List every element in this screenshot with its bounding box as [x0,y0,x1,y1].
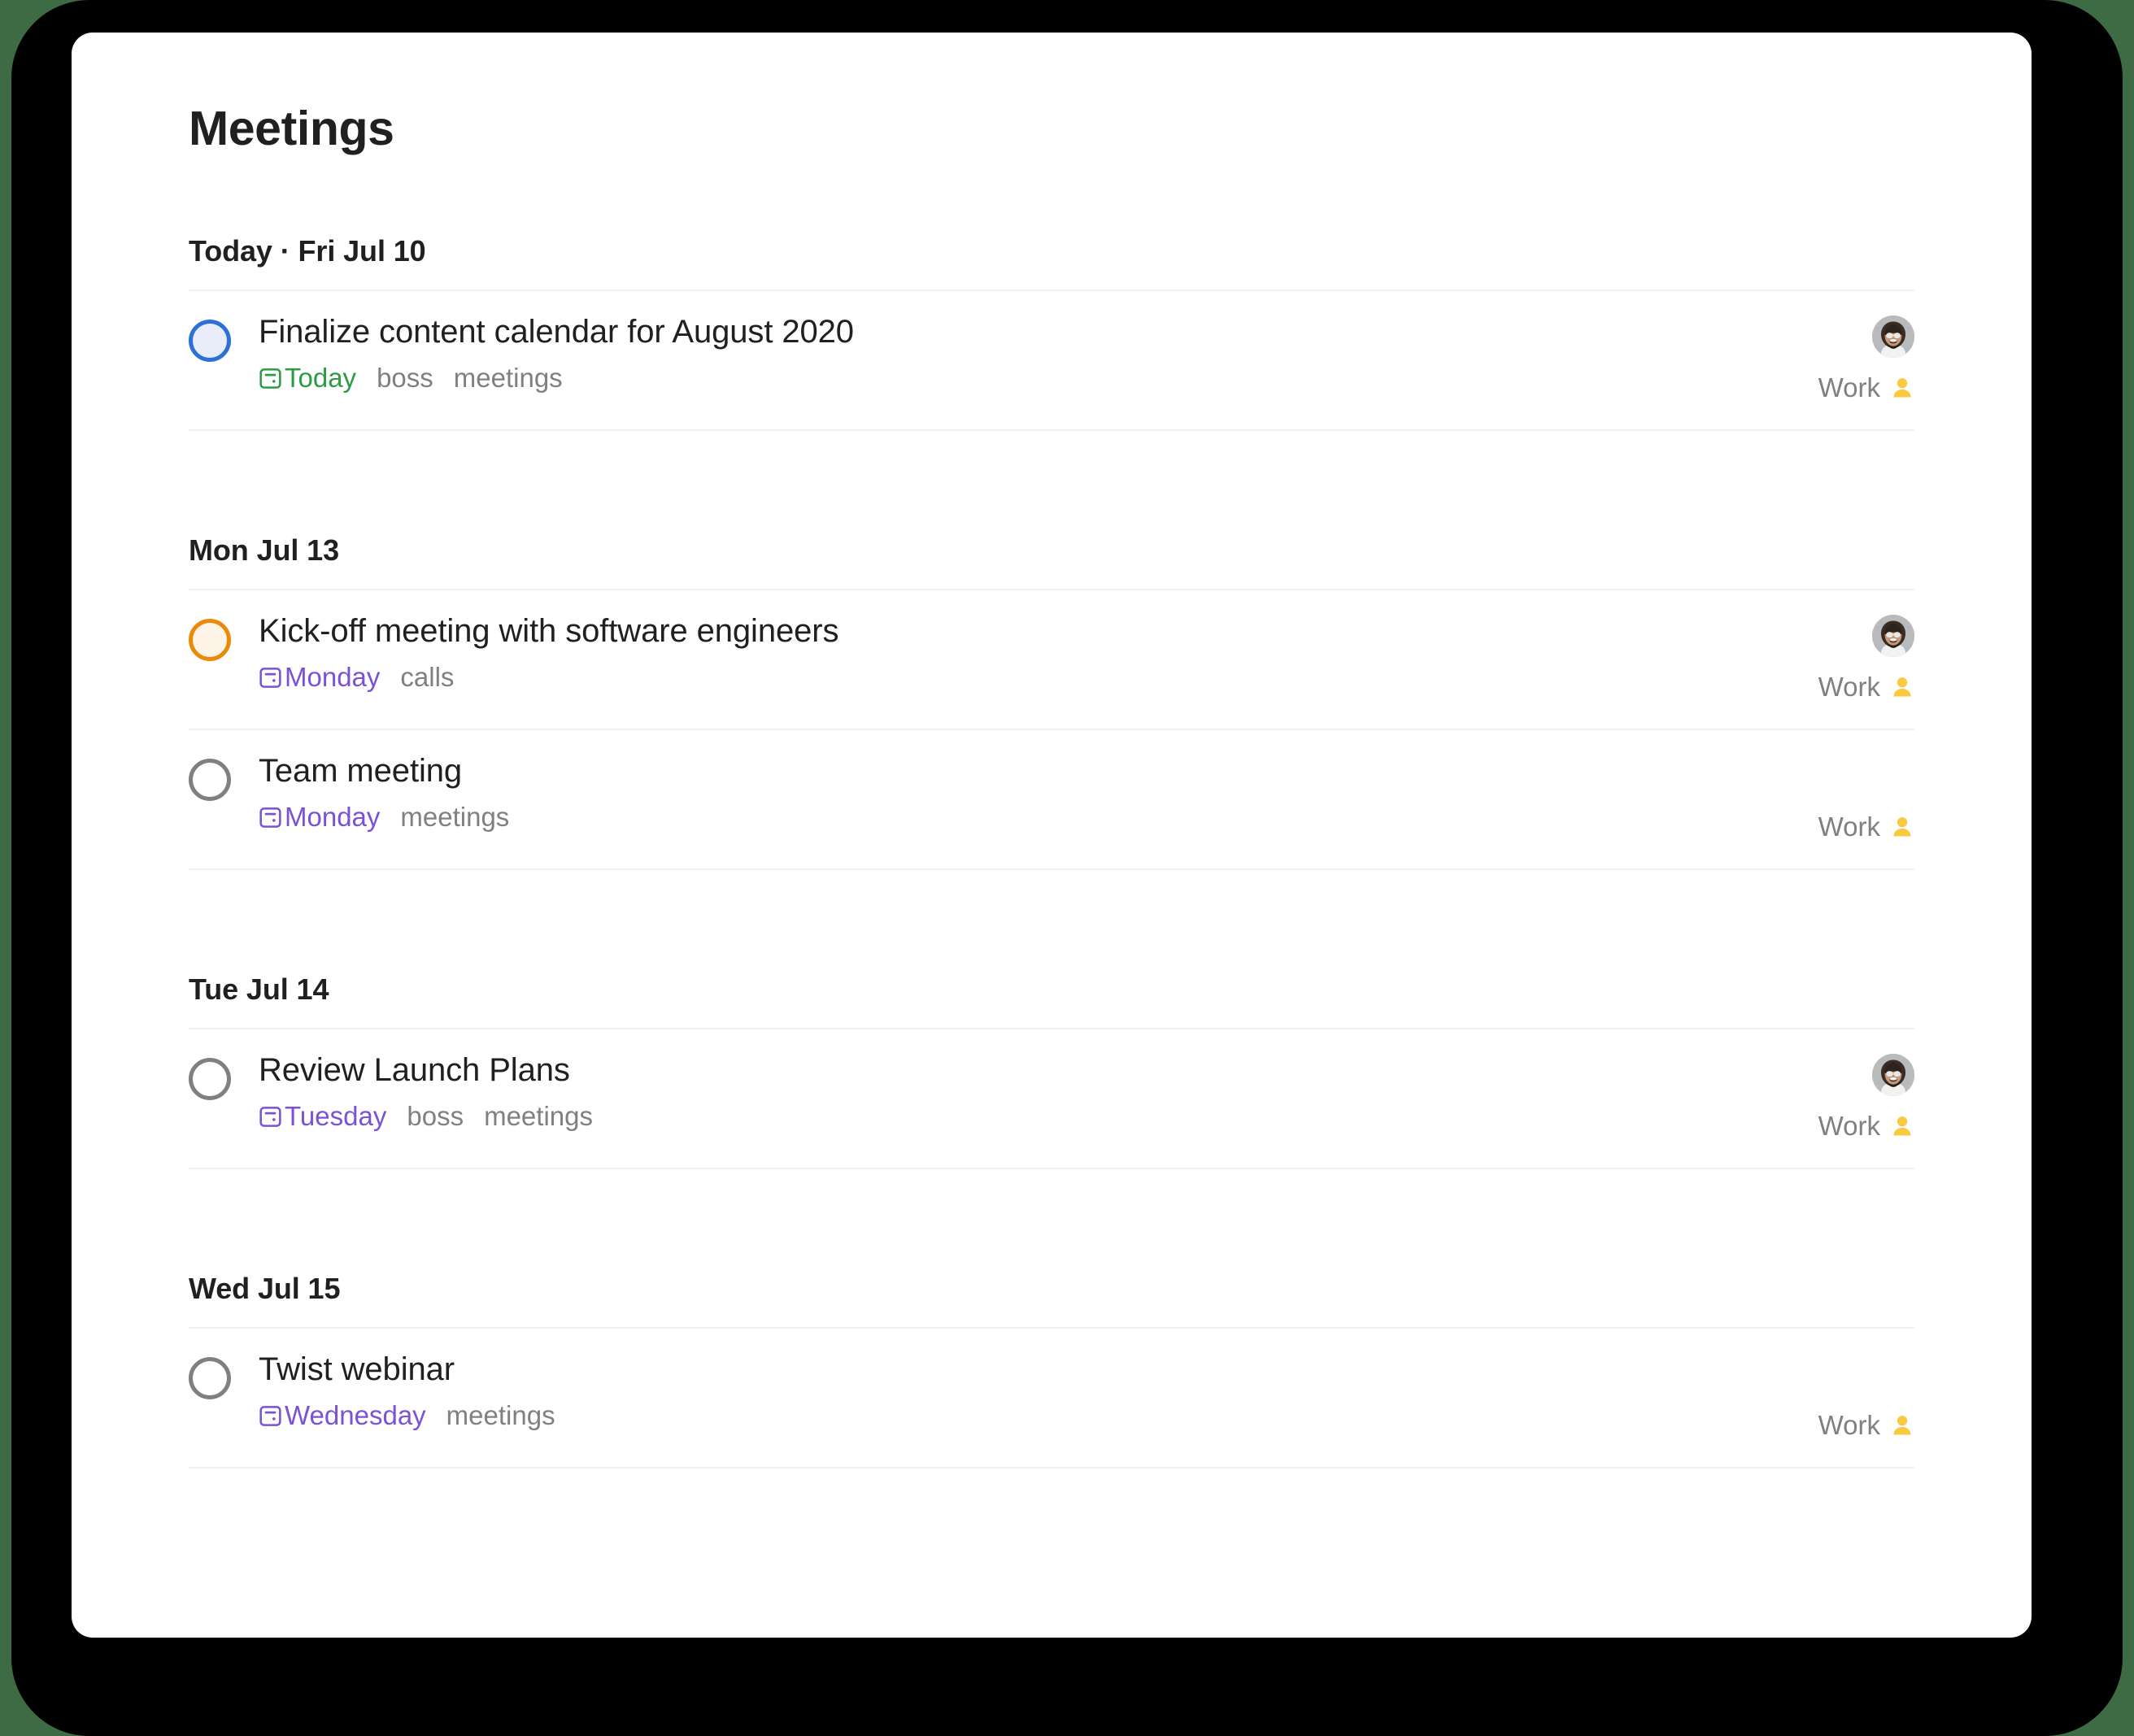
due-date-chip[interactable]: Tuesday [259,1103,386,1129]
day-section-1: Mon Jul 13 Kick-off meeting with softwar… [189,533,1914,870]
project-name: Work [1818,1409,1880,1440]
day-header: Mon Jul 13 [189,533,340,567]
due-date-text: Monday [285,661,381,692]
day-header: Today · Fri Jul 10 [189,233,426,268]
page-title: Meetings [189,102,394,155]
project-chip[interactable]: Work [1818,1111,1914,1142]
task-complete-checkbox[interactable] [189,319,231,362]
labels: meetings [380,803,509,830]
task-complete-checkbox[interactable] [189,758,231,801]
task-meta: Wednesday meetings [259,1402,1670,1429]
labels: boss meetings [386,1103,593,1129]
task-right: Work [1703,753,1914,847]
task-main: Twist webinar Wednesday meetings [259,1351,1703,1429]
task-rows: Kick-off meeting with software engineers… [189,588,1914,870]
avatar[interactable] [1872,1053,1914,1096]
label-tag[interactable]: boss [377,363,433,393]
task-row[interactable]: Team meeting Monday meetings Work [189,730,1914,870]
task-row[interactable]: Finalize content calendar for August 202… [189,291,1914,431]
day-section-3: Wed Jul 15 Twist webinar Wednesday meeti… [189,1272,1914,1468]
device-frame: Meetings Today · Fri Jul 10 Finalize con… [11,0,2123,1736]
task-title: Review Launch Plans [259,1051,570,1088]
task-main: Team meeting Monday meetings [259,753,1703,830]
day-header: Wed Jul 15 [189,1271,341,1305]
calendar-icon [259,666,282,690]
checkbox-cell [189,753,259,801]
task-complete-checkbox[interactable] [189,1356,231,1399]
task-meta: Monday calls [259,664,1670,690]
task-rows: Finalize content calendar for August 202… [189,289,1914,431]
label-tag[interactable]: meetings [400,802,509,832]
calendar-icon [259,806,282,829]
task-title: Twist webinar [259,1351,455,1387]
project-chip[interactable]: Work [1818,811,1914,842]
task-main: Review Launch Plans Tuesday boss meetings [259,1052,1703,1129]
project-chip[interactable]: Work [1818,1410,1914,1441]
label-tag[interactable]: calls [400,662,454,692]
due-date-chip[interactable]: Today [259,364,356,391]
person-icon [1890,675,1914,699]
task-title: Team meeting [259,752,463,789]
task-complete-checkbox[interactable] [189,618,231,661]
task-meta: Tuesday boss meetings [259,1103,1670,1129]
person-icon [1890,376,1914,400]
task-title: Finalize content calendar for August 202… [259,313,854,350]
due-date-text: Wednesday [285,1399,426,1430]
labels: meetings [426,1402,555,1429]
task-right: Work [1703,613,1914,707]
due-date-chip[interactable]: Monday [259,664,380,690]
avatar[interactable] [1872,614,1914,657]
label-tag[interactable]: boss [407,1101,464,1131]
project-name: Work [1818,372,1880,402]
label-tag[interactable]: meetings [484,1101,593,1131]
task-list-card: Meetings Today · Fri Jul 10 Finalize con… [72,33,2032,1638]
task-row[interactable]: Review Launch Plans Tuesday boss meetings [189,1029,1914,1169]
day-sections: Today · Fri Jul 10 Finalize content cale… [72,234,2032,1468]
task-rows: Review Launch Plans Tuesday boss meetings [189,1027,1914,1169]
task-complete-checkbox[interactable] [189,1057,231,1100]
due-date-text: Monday [285,801,381,832]
avatar[interactable] [1872,315,1914,358]
task-right: Work [1703,1052,1914,1146]
checkbox-cell [189,1052,259,1100]
task-meta: Monday meetings [259,803,1670,830]
day-section-2: Tue Jul 14 Review Launch Plans Tuesday b… [189,972,1914,1169]
project-chip[interactable]: Work [1818,372,1914,403]
task-row[interactable]: Twist webinar Wednesday meetings Work [189,1329,1914,1468]
person-icon [1890,1413,1914,1438]
calendar-icon [259,1404,282,1428]
label-tag[interactable]: meetings [454,363,563,393]
task-row[interactable]: Kick-off meeting with software engineers… [189,590,1914,730]
person-icon [1890,1114,1914,1138]
task-main: Kick-off meeting with software engineers… [259,613,1703,690]
checkbox-cell [189,314,259,362]
task-main: Finalize content calendar for August 202… [259,314,1703,391]
card-content: Meetings Today · Fri Jul 10 Finalize con… [72,33,2032,1468]
due-date-chip[interactable]: Wednesday [259,1402,426,1429]
labels: calls [380,664,454,690]
task-right: Work [1703,314,1914,408]
checkbox-cell [189,1351,259,1399]
person-icon [1890,815,1914,839]
label-tag[interactable]: meetings [446,1400,555,1430]
day-header: Tue Jul 14 [189,972,329,1006]
project-name: Work [1818,671,1880,702]
task-right: Work [1703,1351,1914,1446]
project-name: Work [1818,1110,1880,1141]
checkbox-cell [189,613,259,661]
project-chip[interactable]: Work [1818,672,1914,703]
day-section-0: Today · Fri Jul 10 Finalize content cale… [189,234,1914,431]
task-title: Kick-off meeting with software engineers [259,612,839,649]
project-name: Work [1818,811,1880,842]
labels: boss meetings [356,364,563,391]
task-meta: Today boss meetings [259,364,1670,391]
due-date-text: Tuesday [285,1100,387,1131]
calendar-icon [259,367,282,390]
due-date-chip[interactable]: Monday [259,803,380,830]
calendar-icon [259,1105,282,1129]
due-date-text: Today [285,362,357,393]
task-rows: Twist webinar Wednesday meetings Work [189,1326,1914,1468]
